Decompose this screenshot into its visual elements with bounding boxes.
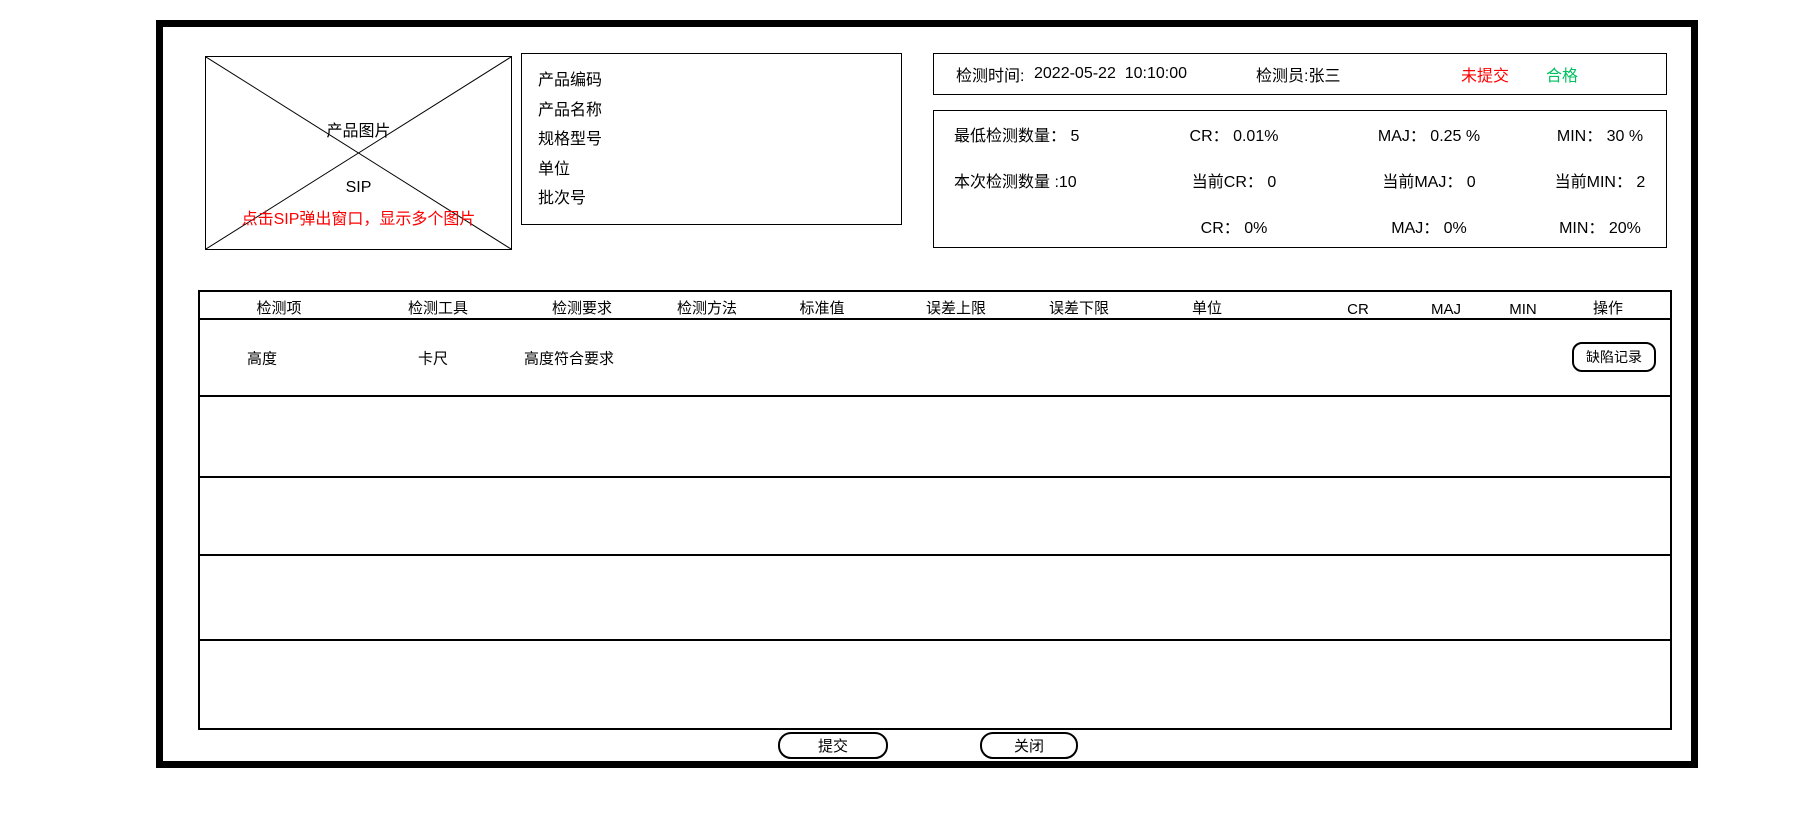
- table-row: 高度 卡尺 高度符合要求 缺陷记录: [200, 320, 1670, 397]
- col-header-lower-tolerance: 误差下限: [1049, 297, 1109, 318]
- main-window-frame: 产品图片 SIP 点击SIP弹出窗口，显示多个图片 产品编码 产品名称 规格型号…: [156, 20, 1698, 768]
- inspection-time-label: 检测时间:: [956, 62, 1024, 86]
- cr-limit: CR： 0.01%: [1144, 111, 1324, 157]
- sip-note: 点击SIP弹出窗口，显示多个图片: [206, 205, 511, 229]
- defect-record-button[interactable]: 缺陷记录: [1572, 342, 1656, 372]
- current-min: 当前MIN： 2: [1534, 157, 1666, 203]
- row-requirement-value: 高度符合要求: [524, 347, 614, 368]
- table-row-empty: [200, 641, 1670, 722]
- col-header-requirement: 检测要求: [552, 297, 612, 318]
- min-rate: MIN： 20%: [1534, 203, 1666, 249]
- inspection-time-value: 2022-05-22 10:10:00: [1034, 65, 1187, 83]
- inspection-header-bar: 检测时间: 2022-05-22 10:10:00 检测员:张三 未提交 合格: [933, 53, 1667, 95]
- col-header-min: MIN: [1509, 301, 1537, 318]
- min-inspect-qty: 最低检测数量： 5: [934, 111, 1144, 157]
- col-header-upper-tolerance: 误差上限: [926, 297, 986, 318]
- table-row-empty: [200, 556, 1670, 641]
- inspector-name: 检测员:张三: [1256, 62, 1340, 86]
- result-status-badge: 合格: [1546, 62, 1578, 86]
- submit-button[interactable]: 提交: [778, 732, 888, 759]
- batch-no-label: 批次号: [538, 184, 901, 208]
- sip-link[interactable]: SIP: [206, 179, 511, 197]
- product-info-panel: 产品编码 产品名称 规格型号 单位 批次号: [521, 53, 902, 225]
- maj-limit: MAJ： 0.25 %: [1324, 111, 1534, 157]
- maj-rate: MAJ： 0%: [1324, 203, 1534, 249]
- col-header-tool: 检测工具: [408, 297, 468, 318]
- inspection-stats-panel: 最低检测数量： 5 CR： 0.01% MAJ： 0.25 % MIN： 30 …: [933, 110, 1667, 248]
- col-header-item: 检测项: [256, 297, 301, 318]
- product-image-placeholder[interactable]: 产品图片 SIP 点击SIP弹出窗口，显示多个图片: [205, 56, 512, 250]
- table-row-empty: [200, 478, 1670, 556]
- row-tool-value: 卡尺: [418, 347, 448, 368]
- min-limit: MIN： 30 %: [1534, 111, 1666, 157]
- col-header-method: 检测方法: [677, 297, 737, 318]
- close-button[interactable]: 关闭: [980, 732, 1078, 759]
- table-header-row: 检测项 检测工具 检测要求 检测方法 标准值 误差上限 误差下限 单位 CR M…: [200, 292, 1670, 320]
- cr-rate: CR： 0%: [1144, 203, 1324, 249]
- submit-status-badge: 未提交: [1461, 62, 1509, 86]
- unit-label: 单位: [538, 155, 901, 179]
- inspection-table: 检测项 检测工具 检测要求 检测方法 标准值 误差上限 误差下限 单位 CR M…: [198, 290, 1672, 730]
- row-item-value: 高度: [247, 347, 277, 368]
- stats-empty-cell: [934, 203, 1144, 249]
- spec-model-label: 规格型号: [538, 125, 901, 149]
- col-header-action: 操作: [1593, 297, 1623, 318]
- current-maj: 当前MAJ： 0: [1324, 157, 1534, 203]
- product-code-label: 产品编码: [538, 66, 901, 90]
- col-header-cr: CR: [1347, 301, 1369, 318]
- product-image-title: 产品图片: [206, 117, 511, 141]
- table-row-empty: [200, 397, 1670, 478]
- col-header-unit: 单位: [1192, 297, 1222, 318]
- col-header-standard: 标准值: [799, 297, 844, 318]
- col-header-maj: MAJ: [1431, 301, 1461, 318]
- current-inspect-qty: 本次检测数量 :10: [934, 157, 1144, 203]
- product-name-label: 产品名称: [538, 96, 901, 120]
- current-cr: 当前CR： 0: [1144, 157, 1324, 203]
